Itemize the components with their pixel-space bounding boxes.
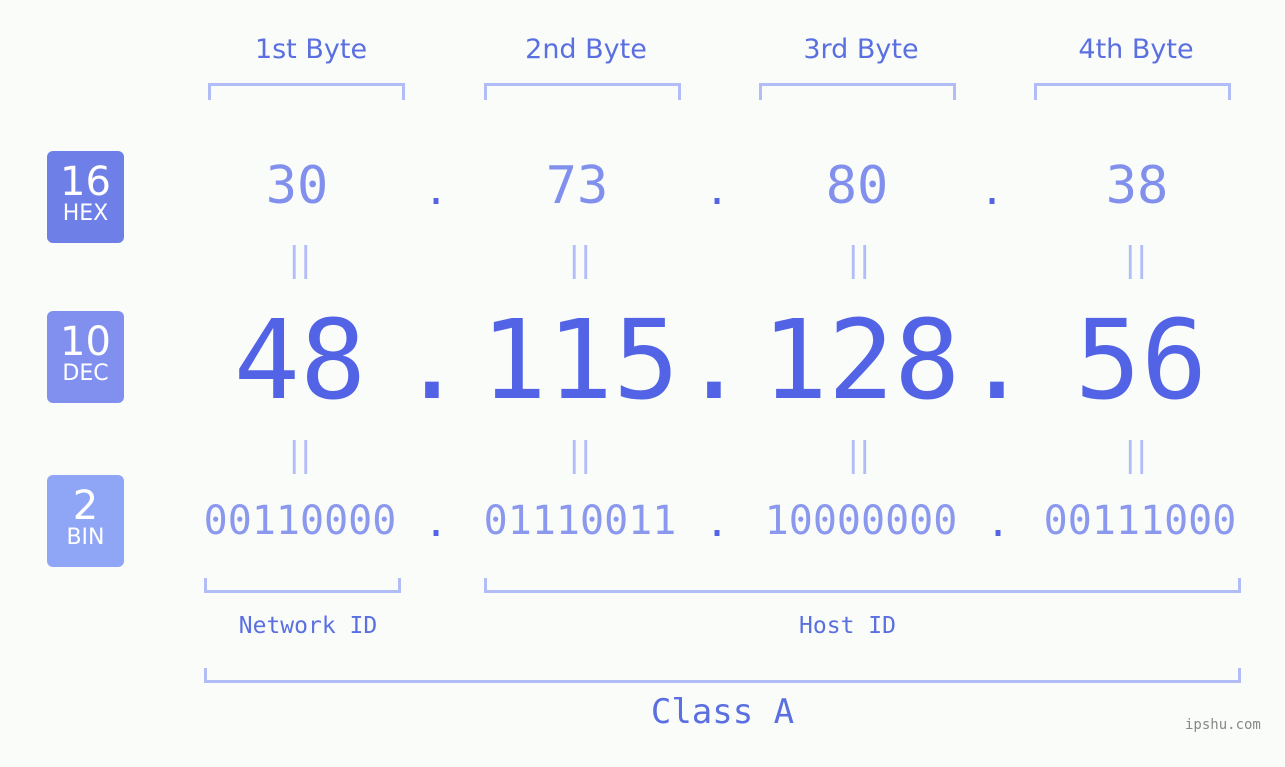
equals-sign: || bbox=[1124, 240, 1148, 280]
hex-byte-1: 30 bbox=[265, 156, 329, 216]
hex-badge-label: HEX bbox=[62, 201, 109, 226]
equals-sign: || bbox=[568, 435, 592, 475]
host-id-label: Host ID bbox=[799, 613, 896, 639]
equals-sign: || bbox=[847, 240, 871, 280]
dec-badge: 10 DEC bbox=[47, 311, 124, 403]
byte-bracket-2 bbox=[484, 83, 681, 100]
bin-byte-3: 10000000 bbox=[764, 498, 958, 544]
byte-header-1: 1st Byte bbox=[254, 34, 368, 65]
bin-dot-2: . bbox=[705, 500, 730, 546]
hex-badge-number: 16 bbox=[60, 159, 111, 205]
class-label: Class A bbox=[650, 692, 795, 732]
equals-sign: || bbox=[288, 435, 312, 475]
bin-byte-4: 00111000 bbox=[1043, 498, 1237, 544]
byte-header-4: 4th Byte bbox=[1078, 34, 1194, 65]
hex-dot-3: . bbox=[980, 168, 1005, 214]
dec-dot-3: . bbox=[963, 296, 1031, 424]
byte-bracket-4 bbox=[1034, 83, 1231, 100]
bin-dot-1: . bbox=[424, 500, 449, 546]
dec-dot-1: . bbox=[398, 296, 466, 424]
class-bracket bbox=[204, 668, 1241, 683]
byte-header-2: 2nd Byte bbox=[525, 34, 647, 65]
dec-dot-2: . bbox=[680, 296, 748, 424]
watermark: ipshu.com bbox=[1185, 717, 1261, 733]
byte-bracket-1 bbox=[208, 83, 405, 100]
hex-byte-4: 38 bbox=[1105, 156, 1169, 216]
hex-badge: 16 HEX bbox=[47, 151, 124, 243]
bin-badge-number: 2 bbox=[72, 483, 99, 529]
bin-byte-1: 00110000 bbox=[203, 498, 397, 544]
host-id-bracket bbox=[484, 578, 1241, 593]
hex-dot-2: . bbox=[705, 168, 730, 214]
dec-badge-label: DEC bbox=[62, 361, 109, 386]
hex-byte-3: 80 bbox=[825, 156, 889, 216]
equals-sign: || bbox=[288, 240, 312, 280]
equals-sign: || bbox=[1124, 435, 1148, 475]
bin-byte-2: 01110011 bbox=[483, 498, 677, 544]
bin-badge: 2 BIN bbox=[47, 475, 124, 567]
dec-badge-number: 10 bbox=[60, 319, 111, 365]
bin-badge-label: BIN bbox=[66, 525, 105, 550]
equals-sign: || bbox=[847, 435, 871, 475]
hex-byte-2: 73 bbox=[545, 156, 609, 216]
bin-dot-3: . bbox=[986, 500, 1011, 546]
network-id-bracket bbox=[204, 578, 401, 593]
byte-bracket-3 bbox=[759, 83, 956, 100]
network-id-label: Network ID bbox=[238, 613, 378, 639]
byte-header-3: 3rd Byte bbox=[803, 34, 919, 65]
hex-dot-1: . bbox=[424, 168, 449, 214]
equals-sign: || bbox=[568, 240, 592, 280]
